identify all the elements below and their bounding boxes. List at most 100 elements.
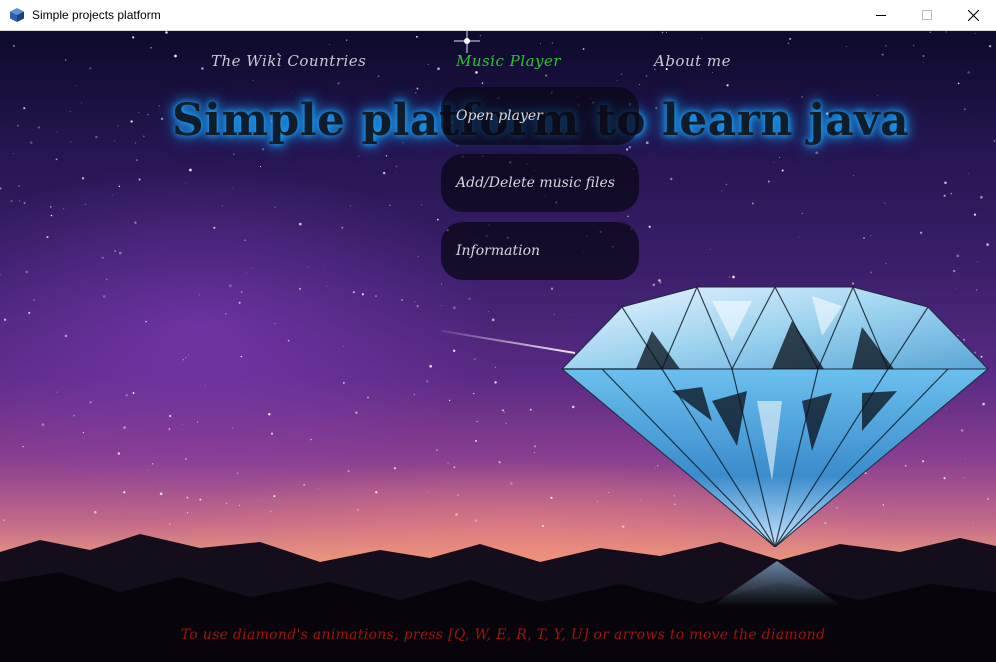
star <box>187 512 189 514</box>
star <box>427 64 429 66</box>
star <box>453 466 456 469</box>
star <box>80 102 82 104</box>
star <box>436 218 439 221</box>
star <box>968 194 969 196</box>
star <box>726 84 729 87</box>
star <box>132 36 135 39</box>
minimize-icon <box>876 15 886 16</box>
star <box>773 161 775 163</box>
star <box>260 500 262 502</box>
star <box>414 301 416 303</box>
menu-add-delete-music[interactable]: Add/Delete music files <box>441 154 639 212</box>
title-bar: Simple projects platform <box>0 0 996 31</box>
nav-wiki-countries[interactable]: The Wiki Countries <box>211 52 366 70</box>
star <box>416 87 419 90</box>
star <box>169 414 172 418</box>
star <box>75 85 77 87</box>
nav-about-me[interactable]: About me <box>654 52 731 70</box>
star <box>781 169 784 172</box>
star <box>259 166 262 168</box>
star <box>505 422 507 424</box>
star <box>375 491 378 494</box>
star <box>135 159 139 162</box>
star <box>204 384 206 386</box>
star <box>922 55 925 57</box>
star <box>114 140 115 142</box>
star <box>416 305 419 308</box>
star <box>473 392 475 395</box>
star <box>447 462 449 464</box>
star <box>37 126 41 129</box>
star <box>651 34 653 36</box>
star <box>529 408 532 411</box>
star <box>228 284 232 288</box>
star <box>23 107 26 110</box>
diamond-image[interactable] <box>562 281 988 547</box>
star <box>64 59 67 61</box>
star <box>196 421 199 423</box>
star <box>185 458 187 460</box>
star <box>182 359 184 361</box>
star <box>18 184 21 187</box>
star <box>533 445 537 448</box>
menu-open-player[interactable]: Open player <box>441 87 639 145</box>
star <box>721 190 723 192</box>
star <box>494 381 497 384</box>
star <box>488 310 489 312</box>
star <box>980 195 983 199</box>
star <box>943 194 946 197</box>
star <box>82 431 85 434</box>
minimize-button[interactable] <box>858 0 904 30</box>
star <box>240 355 243 358</box>
close-button[interactable] <box>950 0 996 30</box>
star <box>455 513 458 516</box>
star <box>123 426 126 429</box>
star <box>328 44 330 46</box>
star <box>625 148 629 151</box>
star <box>317 488 319 490</box>
star <box>974 33 976 35</box>
star <box>240 291 243 293</box>
star <box>427 490 429 492</box>
star <box>620 73 623 75</box>
menu-information[interactable]: Information <box>441 222 639 280</box>
star <box>751 202 754 205</box>
maximize-button[interactable] <box>904 0 950 30</box>
star <box>270 510 272 513</box>
star <box>436 449 438 452</box>
star <box>63 208 65 210</box>
star <box>310 438 312 441</box>
close-icon <box>967 9 979 21</box>
star <box>922 62 924 63</box>
star <box>988 45 992 48</box>
star <box>421 204 423 206</box>
star <box>69 111 71 113</box>
star <box>0 187 2 190</box>
star <box>186 496 189 499</box>
star <box>395 172 397 174</box>
star <box>377 75 380 78</box>
nav-music-player[interactable]: Music Player <box>456 52 561 70</box>
star <box>815 151 819 155</box>
star <box>70 141 72 143</box>
star <box>13 45 15 47</box>
star <box>10 200 13 203</box>
star <box>224 312 227 315</box>
star <box>268 413 271 416</box>
star <box>973 213 977 216</box>
star <box>12 153 14 155</box>
sparkle-star-icon <box>454 31 480 53</box>
star <box>456 494 459 497</box>
star <box>799 236 800 238</box>
star <box>801 212 803 214</box>
star <box>503 411 505 414</box>
star <box>298 287 302 290</box>
star <box>117 125 119 127</box>
star <box>498 460 501 464</box>
star <box>382 171 386 175</box>
star <box>199 498 202 501</box>
star <box>884 202 886 204</box>
star <box>357 509 359 511</box>
shooting-star <box>441 330 576 354</box>
star <box>853 175 855 177</box>
